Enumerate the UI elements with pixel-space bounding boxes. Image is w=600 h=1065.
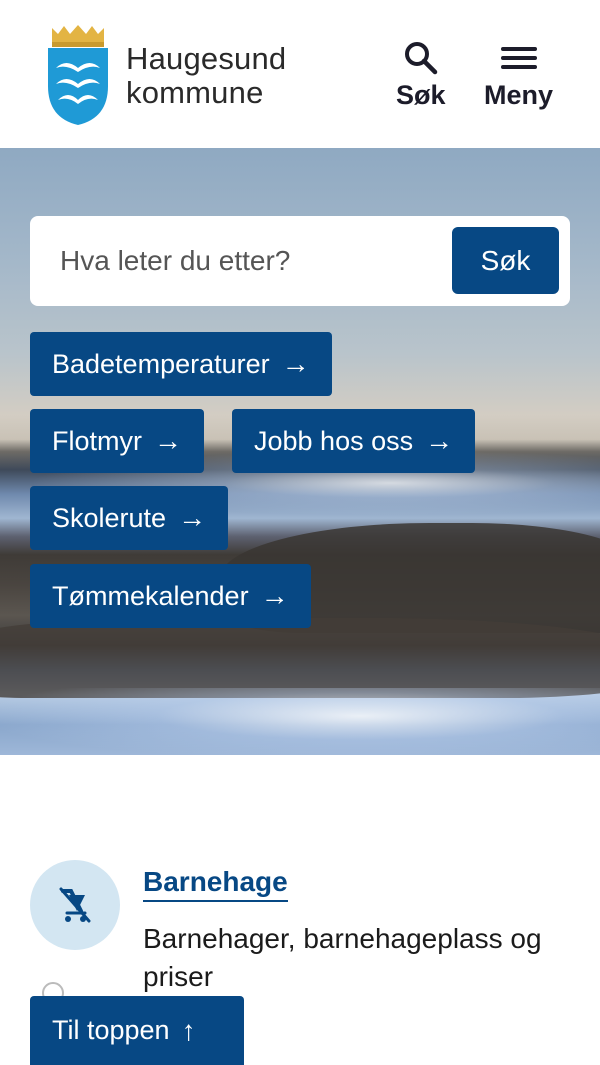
- arrow-right-icon: →: [260, 580, 289, 611]
- hero-background-rock: [0, 618, 600, 698]
- quick-link-flotmyr[interactable]: Flotmyr →: [30, 409, 204, 473]
- service-title-link[interactable]: Barnehage: [143, 866, 288, 902]
- service-icon-circle: [30, 860, 120, 950]
- menu-label: Meny: [484, 80, 554, 110]
- quick-link-jobb-hos-oss[interactable]: Jobb hos oss →: [232, 409, 476, 473]
- header-menu-button[interactable]: Meny: [484, 40, 553, 111]
- search-input[interactable]: [60, 240, 440, 282]
- quick-link-badetemperaturer[interactable]: Badetemperaturer →: [30, 332, 332, 396]
- quick-link-label: Jobb hos oss: [254, 425, 414, 456]
- brand-line-1: Haugesund: [126, 41, 287, 76]
- search-label: Søk: [396, 80, 446, 110]
- hero-section: Søk Badetemperaturer → Flotmyr → Jobb ho…: [0, 148, 600, 755]
- site-header: Haugesund kommune Søk Meny: [0, 0, 600, 148]
- haugesund-logo[interactable]: [46, 24, 110, 126]
- quick-link-tommekalender[interactable]: Tømmekalender →: [30, 564, 311, 628]
- to-top-button[interactable]: Til toppen ↑: [30, 996, 244, 1065]
- arrow-right-icon: →: [154, 425, 182, 456]
- quick-link-label: Badetemperaturer: [52, 348, 270, 379]
- hero-background-glare: [0, 688, 600, 755]
- search-box: Søk: [30, 216, 570, 306]
- brand-line-2: kommune: [126, 75, 264, 110]
- search-submit-button[interactable]: Søk: [452, 227, 559, 294]
- site-brand[interactable]: Haugesund kommune: [126, 42, 286, 110]
- to-top-label: Til toppen: [52, 1015, 170, 1045]
- quick-link-label: Tømmekalender: [52, 580, 249, 611]
- search-icon: [404, 42, 438, 75]
- hamburger-icon: [500, 47, 537, 69]
- arrow-right-icon: →: [281, 348, 310, 379]
- quick-link-label: Skolerute: [52, 502, 167, 533]
- arrow-right-icon: →: [178, 502, 207, 533]
- stroller-icon: [59, 887, 91, 923]
- quick-link-label: Flotmyr: [52, 425, 142, 456]
- arrow-right-icon: →: [425, 425, 454, 456]
- arrow-up-icon: ↑: [181, 1014, 196, 1046]
- quick-link-skolerute[interactable]: Skolerute →: [30, 486, 229, 550]
- header-search-button[interactable]: Søk: [396, 40, 446, 111]
- service-description: Barnehager, barnehageplass og priser: [143, 923, 542, 992]
